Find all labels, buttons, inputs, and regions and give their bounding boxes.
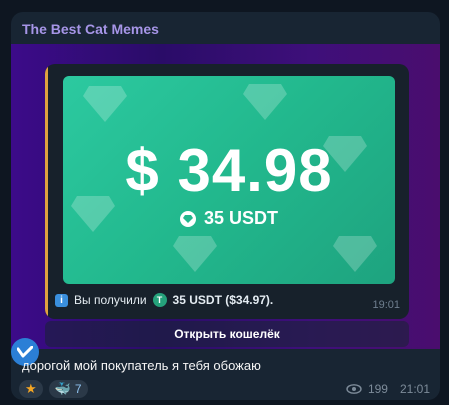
channel-name[interactable]: The Best Cat Memes <box>22 21 159 37</box>
amount-usdt-label: 35 USDT <box>203 208 279 228</box>
tether-watermark-icon <box>243 84 287 120</box>
reactions-bar: ★ 🐳 7 <box>19 380 88 398</box>
card-accent-bar <box>45 64 48 319</box>
card-timestamp: 19:01 <box>372 299 400 311</box>
star-icon: ★ <box>25 381 37 396</box>
reaction-whale[interactable]: 🐳 7 <box>48 380 88 398</box>
views-eye-icon <box>346 384 362 394</box>
tether-watermark-icon <box>83 86 127 122</box>
message-caption: дорогой мой покупатель я тебя обожаю <box>22 358 261 373</box>
amount-value: $ 34.98 <box>125 137 333 204</box>
views-count: 199 <box>367 382 388 396</box>
open-wallet-button[interactable]: Открыть кошелёк <box>45 321 409 347</box>
media-background: $ 34.98 35 USDT i Вы получили T 35 USDT … <box>11 44 440 366</box>
info-icon: i <box>55 293 68 307</box>
receipt-notice: i Вы получили T 35 USDT ($34.97). <box>55 293 273 307</box>
tether-watermark-icon <box>333 236 377 272</box>
amount-banner: $ 34.98 35 USDT <box>63 76 395 284</box>
wallet-check-icon <box>17 346 33 358</box>
amount-usdt: 35 USDT <box>63 208 395 229</box>
message-meta: 199 21:01 <box>346 382 430 396</box>
message-time: 21:01 <box>399 382 430 396</box>
notice-amount: 35 USDT ($34.97). <box>172 293 274 307</box>
usdt-diamond-icon <box>179 210 196 227</box>
notice-prefix: Вы получили <box>74 293 147 307</box>
whale-icon: 🐳 <box>54 381 71 396</box>
wallet-preview-card[interactable]: $ 34.98 35 USDT i Вы получили T 35 USDT … <box>45 64 409 319</box>
tether-icon: T <box>152 293 167 307</box>
reaction-star[interactable]: ★ <box>19 380 43 398</box>
reaction-count: 7 <box>74 382 82 396</box>
tether-watermark-icon <box>173 236 217 272</box>
channel-message: The Best Cat Memes $ 34.98 35 USDT i Вы … <box>11 12 440 400</box>
